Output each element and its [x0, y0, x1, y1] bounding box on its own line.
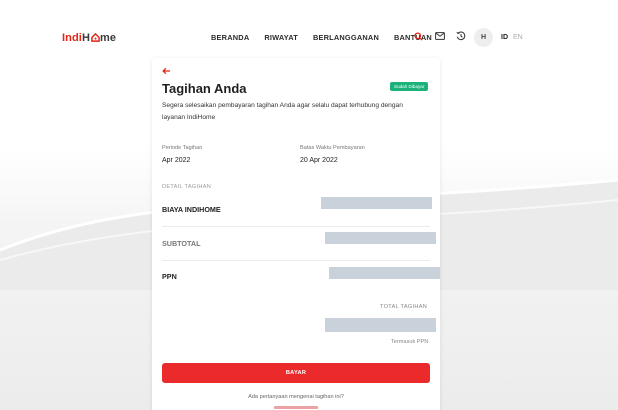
redacted-amount-ppn	[329, 267, 440, 279]
period-label: Periode Tagihan	[162, 145, 203, 151]
row-ppn: PPN	[162, 272, 177, 281]
redacted-total-amount	[325, 318, 436, 332]
redacted-amount-biaya	[321, 197, 432, 209]
pay-button[interactable]: BAYAR	[162, 363, 430, 383]
row-divider	[162, 226, 430, 227]
nav-icon-group	[413, 30, 466, 42]
logo-house-icon	[90, 32, 100, 42]
search-icon[interactable]	[413, 30, 424, 42]
invoice-description: Segera selesaikan pembayaran tagihan And…	[162, 102, 403, 121]
row-divider	[162, 260, 430, 261]
total-note: Termasuk PPN	[391, 339, 429, 345]
back-arrow-icon[interactable]	[162, 67, 171, 75]
logo-text-h: H	[81, 32, 90, 44]
lang-en[interactable]: EN	[513, 34, 523, 41]
page-title: Tagihan Anda	[162, 81, 247, 96]
total-label: TOTAL TAGIHAN	[380, 304, 428, 310]
nav-riwayat[interactable]: RIWAYAT	[264, 33, 298, 42]
indihome-logo[interactable]: Indi H me	[62, 32, 116, 44]
help-question: Ada pertanyaan mengenai tagihan ini?	[248, 394, 344, 400]
status-badge: Sudah Dibayar	[390, 82, 429, 91]
lang-id[interactable]: ID	[501, 34, 508, 41]
logo-text-me: me	[100, 32, 117, 44]
language-switch: ID EN	[501, 34, 523, 41]
due-date-label: Batas Waktu Pembayaran	[300, 145, 365, 151]
help-link[interactable]	[274, 406, 318, 409]
detail-section-title: DETAIL TAGIHAN	[162, 184, 212, 190]
user-avatar[interactable]: H	[474, 28, 493, 47]
invoice-card: Tagihan Anda Sudah Dibayar Segera selesa…	[152, 58, 440, 410]
period-value: Apr 2022	[162, 157, 191, 164]
nav-beranda[interactable]: BERANDA	[211, 33, 249, 42]
redacted-amount-subtotal	[325, 232, 436, 244]
row-biaya-indihome: BIAYA INDIHOME	[162, 205, 221, 214]
logo-text-indi: Indi	[62, 32, 82, 44]
history-icon[interactable]	[455, 30, 466, 42]
nav-berlangganan[interactable]: BERLANGGANAN	[313, 33, 379, 42]
main-nav: BERANDA RIWAYAT BERLANGGANAN BANTUAN	[211, 33, 432, 42]
mail-icon[interactable]	[434, 30, 445, 42]
due-date-value: 20 Apr 2022	[300, 157, 338, 164]
row-subtotal: SUBTOTAL	[162, 239, 201, 248]
